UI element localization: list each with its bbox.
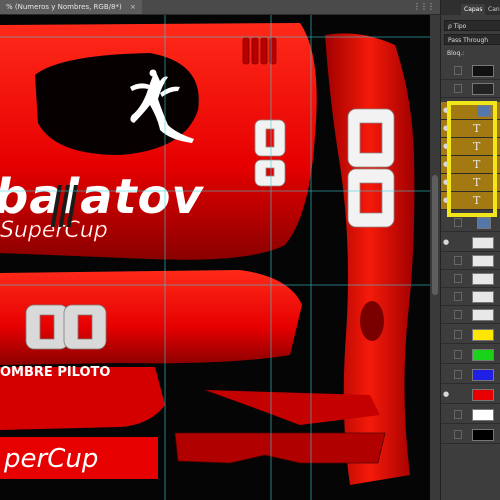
layer-visibility-box[interactable] (454, 410, 462, 419)
layer-item[interactable]: ● (441, 234, 500, 252)
windscreen (35, 53, 199, 155)
tab-channels[interactable]: Canal (485, 4, 500, 15)
pilot-name-label: OMBRE PILOTO (0, 365, 110, 380)
layer-visibility-box[interactable] (454, 310, 462, 319)
layer-visibility-box[interactable] (454, 350, 462, 359)
side-panel-hole (360, 301, 384, 341)
layer-visibility-box[interactable] (454, 370, 462, 379)
layer-visibility-box[interactable] (454, 218, 462, 227)
livery-artwork: balatov SuperCup OMBRE PILOTO perCup (0, 15, 430, 500)
blend-mode-select[interactable]: Pass Through (444, 34, 500, 45)
layer-thumbnail (472, 273, 494, 285)
color-swatch (472, 409, 494, 421)
color-layer-red[interactable]: ● (441, 386, 500, 404)
color-swatch (472, 369, 494, 381)
document-tab-bar: % (Numeros y Nombres, RGB/8*) × ⋮⋮⋮ (0, 0, 440, 15)
color-layer-yellow[interactable] (441, 326, 500, 344)
layer-item[interactable] (441, 288, 500, 306)
layer-filter[interactable]: ρ Tipo (444, 20, 500, 31)
brand-text: balatov (0, 169, 205, 225)
color-layer-blue[interactable] (441, 366, 500, 384)
layer-visibility-box[interactable] (454, 430, 462, 439)
panel-tabs: Capas Canal (441, 0, 500, 15)
layer-item[interactable] (441, 80, 500, 98)
yellow-highlight-box (447, 101, 497, 217)
scrollbar-thumb[interactable] (432, 175, 438, 295)
layer-thumbnail (472, 237, 494, 249)
layer-visibility-box[interactable] (454, 330, 462, 339)
color-swatch (472, 329, 494, 341)
folder-icon (477, 217, 491, 229)
eye-icon[interactable]: ● (443, 391, 452, 398)
layer-visibility-box[interactable] (454, 256, 462, 265)
lower-number (25, 304, 107, 350)
layer-item[interactable] (441, 62, 500, 80)
layer-visibility-box[interactable] (454, 292, 462, 301)
close-icon[interactable]: × (130, 3, 136, 11)
layers-panel: Capas Canal ρ Tipo Pass Through Bloq.: ●… (440, 0, 500, 500)
document-tab-label: % (Numeros y Nombres, RGB/8*) (6, 3, 122, 11)
layer-item[interactable] (441, 252, 500, 270)
color-swatch (472, 389, 494, 401)
eye-icon[interactable]: ● (443, 239, 452, 246)
layer-thumbnail (472, 291, 494, 303)
lock-label: Bloq.: (447, 50, 465, 57)
color-layer-green[interactable] (441, 346, 500, 364)
layer-item[interactable] (441, 270, 500, 288)
document-tab[interactable]: % (Numeros y Nombres, RGB/8*) × (0, 0, 142, 14)
canvas-scrollbar[interactable] (430, 15, 440, 500)
layer-thumbnail (472, 309, 494, 321)
layer-visibility-box[interactable] (454, 66, 462, 75)
tab-layers[interactable]: Capas (461, 4, 486, 15)
layer-thumbnail (472, 83, 494, 95)
document-canvas[interactable]: balatov SuperCup OMBRE PILOTO perCup (0, 15, 430, 500)
layer-visibility-box[interactable] (454, 84, 462, 93)
color-swatch (472, 429, 494, 441)
panel-menu-icon[interactable]: ⋮⋮⋮ (413, 2, 435, 11)
layer-visibility-box[interactable] (454, 274, 462, 283)
supercup-bottom-text: perCup (3, 444, 98, 474)
color-layer-black[interactable] (441, 426, 500, 444)
diffuser (174, 432, 386, 464)
layer-item[interactable] (441, 306, 500, 324)
color-swatch (472, 349, 494, 361)
layer-thumbnail (472, 255, 494, 267)
layer-thumbnail (472, 65, 494, 77)
color-layer-white[interactable] (441, 406, 500, 424)
lower-side-panel (0, 270, 302, 365)
